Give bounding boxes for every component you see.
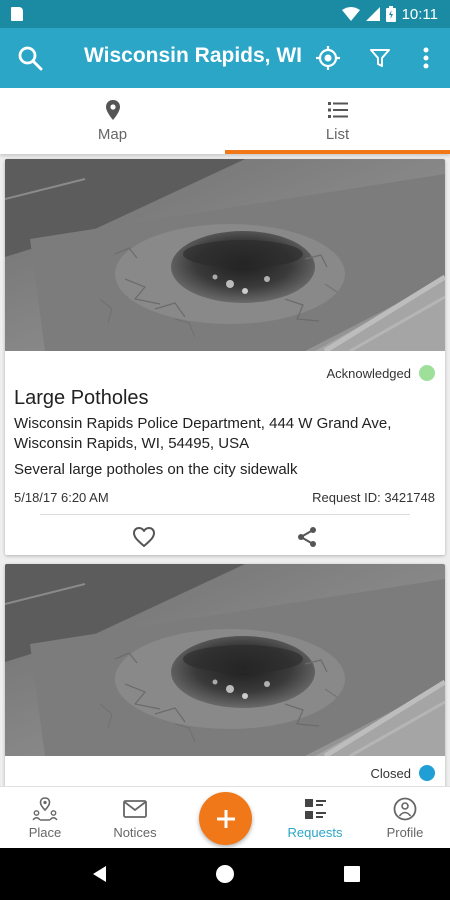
nav-place-label: Place <box>28 825 62 840</box>
card-divider <box>40 514 410 515</box>
place-icon <box>32 797 58 821</box>
list-icon <box>327 102 348 118</box>
back-icon[interactable] <box>88 862 112 886</box>
app-bar: Wisconsin Rapids, WI <box>0 28 450 88</box>
status-dot <box>419 765 435 781</box>
requests-icon <box>305 799 326 819</box>
battery-icon <box>385 6 396 22</box>
status-label: Closed <box>370 765 411 781</box>
status-label: Acknowledged <box>326 365 411 381</box>
mail-icon <box>123 800 147 818</box>
request-list[interactable]: Acknowledged Large Potholes Wisconsin Ra… <box>0 154 450 786</box>
request-description: Several large potholes on the city sidew… <box>14 461 298 478</box>
tab-map-label: Map <box>97 126 128 143</box>
nav-requests[interactable]: Requests <box>270 787 360 849</box>
nav-requests-label: Requests <box>287 825 343 840</box>
pothole-photo[interactable] <box>5 159 445 351</box>
more-vert-icon[interactable] <box>410 42 442 74</box>
plus-icon <box>216 809 235 828</box>
request-title: Large Potholes <box>14 387 149 409</box>
wifi-icon <box>341 7 360 21</box>
clock: 10:11 <box>401 5 438 23</box>
tab-map[interactable]: Map <box>0 88 225 154</box>
system-nav-bar <box>0 848 450 900</box>
add-request-button[interactable] <box>199 792 252 845</box>
locate-icon[interactable] <box>312 42 344 74</box>
sim-icon <box>11 7 23 21</box>
nav-notices[interactable]: Notices <box>90 787 180 849</box>
status-bar: 10:11 <box>0 0 450 28</box>
map-pin-icon <box>105 100 120 120</box>
home-icon[interactable] <box>213 862 237 886</box>
request-card[interactable]: Closed <box>5 564 445 786</box>
request-id: Request ID: 3421748 <box>312 490 435 505</box>
profile-icon <box>393 797 417 821</box>
tab-list[interactable]: List <box>225 88 450 154</box>
request-address: Wisconsin Rapids Police Department, 444 … <box>14 415 392 452</box>
signal-icon <box>365 7 380 21</box>
tab-list-label: List <box>325 126 350 143</box>
status-row: Acknowledged <box>326 365 435 381</box>
recents-icon[interactable] <box>340 862 364 886</box>
share-icon[interactable] <box>293 523 321 551</box>
view-tabs: Map List <box>0 88 450 154</box>
status-dot <box>419 365 435 381</box>
favorite-icon[interactable] <box>130 523 158 551</box>
request-date: 5/18/17 6:20 AM <box>14 490 109 505</box>
nav-profile[interactable]: Profile <box>360 787 450 849</box>
request-card[interactable]: Acknowledged Large Potholes Wisconsin Ra… <box>5 159 445 555</box>
status-icons: 10:11 <box>341 0 438 28</box>
nav-notices-label: Notices <box>113 825 157 840</box>
search-icon[interactable] <box>14 42 46 74</box>
status-row: Closed <box>371 765 435 781</box>
pothole-photo[interactable] <box>5 564 445 756</box>
location-title[interactable]: Wisconsin Rapids, WI <box>84 44 302 68</box>
nav-place[interactable]: Place <box>0 787 90 849</box>
nav-profile-label: Profile <box>386 825 424 840</box>
filter-icon[interactable] <box>364 42 396 74</box>
